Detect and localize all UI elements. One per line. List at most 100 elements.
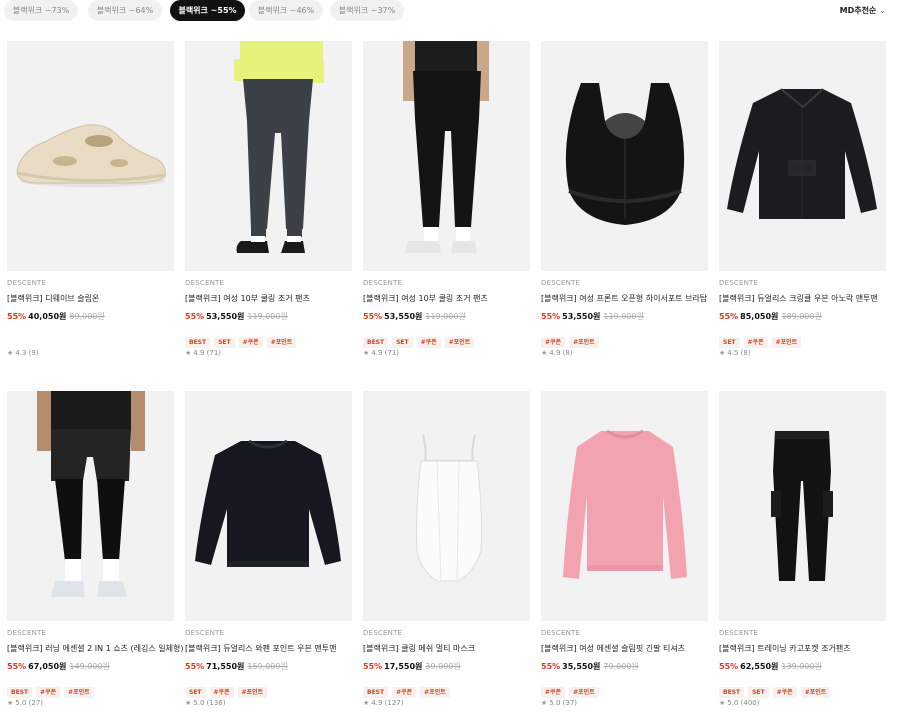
- tag-badge: #쿠폰: [238, 337, 263, 348]
- product-name[interactable]: [블랙위크] 여성 프론트 오픈형 하이서포트 브라탑: [541, 293, 707, 304]
- brand-label: DESCENTE: [541, 629, 581, 637]
- original-price: 119,000원: [425, 312, 466, 321]
- rating-value: 4.9 (71): [371, 349, 400, 357]
- star-icon: ★: [363, 699, 370, 707]
- filter-chip-46[interactable]: 블랙위크 ~46%: [249, 0, 323, 21]
- product-name[interactable]: [블랙위크] 여성 에센셜 슬림핏 긴팔 티셔츠: [541, 643, 685, 654]
- product-image-pink-longsleeve[interactable]: [541, 391, 708, 621]
- tag-badge: #포인트: [237, 687, 268, 698]
- product-image-jogger-grey[interactable]: [185, 41, 352, 271]
- price-row: 55% 53,550원 119,000원: [541, 311, 644, 322]
- star-icon: ★: [7, 699, 14, 707]
- product-name[interactable]: [블랙위크] 디웨이브 슬립온: [7, 293, 99, 304]
- tag-badge: BEST: [363, 337, 389, 348]
- price-row: 55% 53,550원 119,000원: [185, 311, 288, 322]
- tag-list: #쿠폰 #포인트: [541, 329, 603, 348]
- sale-price: 53,550원: [206, 312, 245, 321]
- brand-label: DESCENTE: [541, 279, 581, 287]
- sale-price: 85,050원: [740, 312, 779, 321]
- discount-rate: 55%: [7, 662, 27, 671]
- tag-badge: BEST: [363, 687, 389, 698]
- filter-chip-73[interactable]: 블랙위크 ~73%: [4, 0, 78, 21]
- sale-price: 53,550원: [384, 312, 423, 321]
- product-name[interactable]: [블랙위크] 쿨링 메쉬 멀티 마스크: [363, 643, 475, 654]
- brand-label: DESCENTE: [363, 279, 403, 287]
- tag-list: BEST #쿠폰 #포인트: [7, 679, 98, 698]
- tag-badge: #포인트: [569, 337, 599, 348]
- filter-chip-64[interactable]: 블랙위크 ~64%: [88, 0, 162, 21]
- tag-badge: #쿠폰: [772, 687, 797, 698]
- product-image-sports-bra[interactable]: [541, 41, 708, 271]
- star-icon: ★: [185, 699, 192, 707]
- tag-badge: #쿠폰: [36, 687, 61, 698]
- rating: ★ 5.0 (400): [719, 699, 759, 707]
- product-name[interactable]: [블랙위크] 여성 10부 쿨링 조거 팬츠: [363, 293, 488, 304]
- discount-rate: 55%: [363, 662, 383, 671]
- product-image-anorak[interactable]: [719, 41, 886, 271]
- filter-chip-55[interactable]: 블랙위크 ~55%: [170, 0, 245, 21]
- star-icon: ★: [185, 349, 192, 357]
- brand-label: DESCENTE: [719, 279, 759, 287]
- original-price: 89,000원: [69, 312, 105, 321]
- price-row: 55% 53,550원 119,000원: [363, 311, 466, 322]
- product-name[interactable]: [블랙위크] 러닝 에센셜 2 IN 1 쇼츠 (레깅스 일체형): [7, 643, 183, 654]
- original-price: 139,000원: [781, 662, 822, 671]
- product-image-mesh-mask[interactable]: [363, 391, 530, 621]
- brand-label: DESCENTE: [363, 629, 403, 637]
- sale-price: 17,550원: [384, 662, 423, 671]
- price-row: 55% 67,050원 149,000원: [7, 661, 110, 672]
- rating-value: 4.5 (8): [727, 349, 751, 357]
- rating-value: 5.0 (37): [549, 699, 578, 707]
- brand-label: DESCENTE: [719, 629, 759, 637]
- discount-rate: 55%: [541, 662, 561, 671]
- product-image-running-shorts[interactable]: [7, 391, 174, 621]
- original-price: 39,000원: [425, 662, 461, 671]
- tag-badge: BEST: [7, 687, 33, 698]
- rating: ★ 4.9 (71): [363, 349, 399, 357]
- tag-badge: #포인트: [420, 687, 450, 698]
- price-row: 55% 62,550원 139,000원: [719, 661, 822, 672]
- star-icon: ★: [541, 699, 548, 707]
- tag-list: #쿠폰 #포인트: [541, 679, 603, 698]
- product-name[interactable]: [블랙위크] 듀얼리스 와펜 포인트 우븐 맨투맨: [185, 643, 336, 654]
- sort-dropdown[interactable]: MD추천순 ⌄: [840, 5, 886, 16]
- price-row: 55% 17,550원 39,000원: [363, 661, 461, 672]
- product-name[interactable]: [블랙위크] 트레이닝 카고포켓 조거팬츠: [719, 643, 851, 654]
- sale-price: 35,550원: [562, 662, 601, 671]
- rating-value: 5.0 (27): [15, 699, 44, 707]
- tag-badge: BEST: [185, 337, 211, 348]
- rating: ★ 4.9 (8): [541, 349, 573, 357]
- discount-rate: 55%: [7, 312, 27, 321]
- discount-rate: 55%: [185, 312, 205, 321]
- price-row: 55% 85,050원 189,000원: [719, 311, 822, 322]
- original-price: 149,000원: [69, 662, 110, 671]
- rating-value: 5.0 (400): [727, 699, 760, 707]
- product-name[interactable]: [블랙위크] 듀얼리스 크링클 우븐 아노락 맨투맨: [719, 293, 878, 304]
- brand-label: DESCENTE: [7, 629, 47, 637]
- chevron-down-icon: ⌄: [879, 6, 886, 15]
- tag-list: BEST SET #쿠폰 #포인트: [719, 679, 834, 698]
- product-image-jogger-black[interactable]: [363, 41, 530, 271]
- product-image-cargo-pants[interactable]: [719, 391, 886, 621]
- product-image-shoe[interactable]: [7, 41, 174, 271]
- rating-value: 5.0 (136): [193, 699, 226, 707]
- tag-badge: #포인트: [444, 337, 475, 348]
- product-image-sweatshirt[interactable]: [185, 391, 352, 621]
- sale-price: 67,050원: [28, 662, 67, 671]
- tag-badge: SET: [719, 337, 740, 348]
- discount-rate: 55%: [719, 662, 739, 671]
- brand-label: DESCENTE: [7, 279, 47, 287]
- rating: ★ 4.3 (9): [7, 349, 39, 357]
- original-price: 119,000원: [247, 312, 288, 321]
- product-name[interactable]: [블랙위크] 여성 10부 쿨링 조거 팬츠: [185, 293, 310, 304]
- tag-list: BEST SET #쿠폰 #포인트: [363, 329, 478, 348]
- tag-badge: #쿠폰: [209, 687, 234, 698]
- tag-list: SET #쿠폰 #포인트: [185, 679, 271, 698]
- rating: ★ 4.5 (8): [719, 349, 751, 357]
- tag-list: BEST SET #쿠폰 #포인트: [185, 329, 300, 348]
- original-price: 119,000원: [603, 312, 644, 321]
- filter-chip-37[interactable]: 블랙위크 ~37%: [330, 0, 404, 21]
- tag-badge: SET: [185, 687, 206, 698]
- rating-value: 4.3 (9): [15, 349, 39, 357]
- star-icon: ★: [7, 349, 14, 357]
